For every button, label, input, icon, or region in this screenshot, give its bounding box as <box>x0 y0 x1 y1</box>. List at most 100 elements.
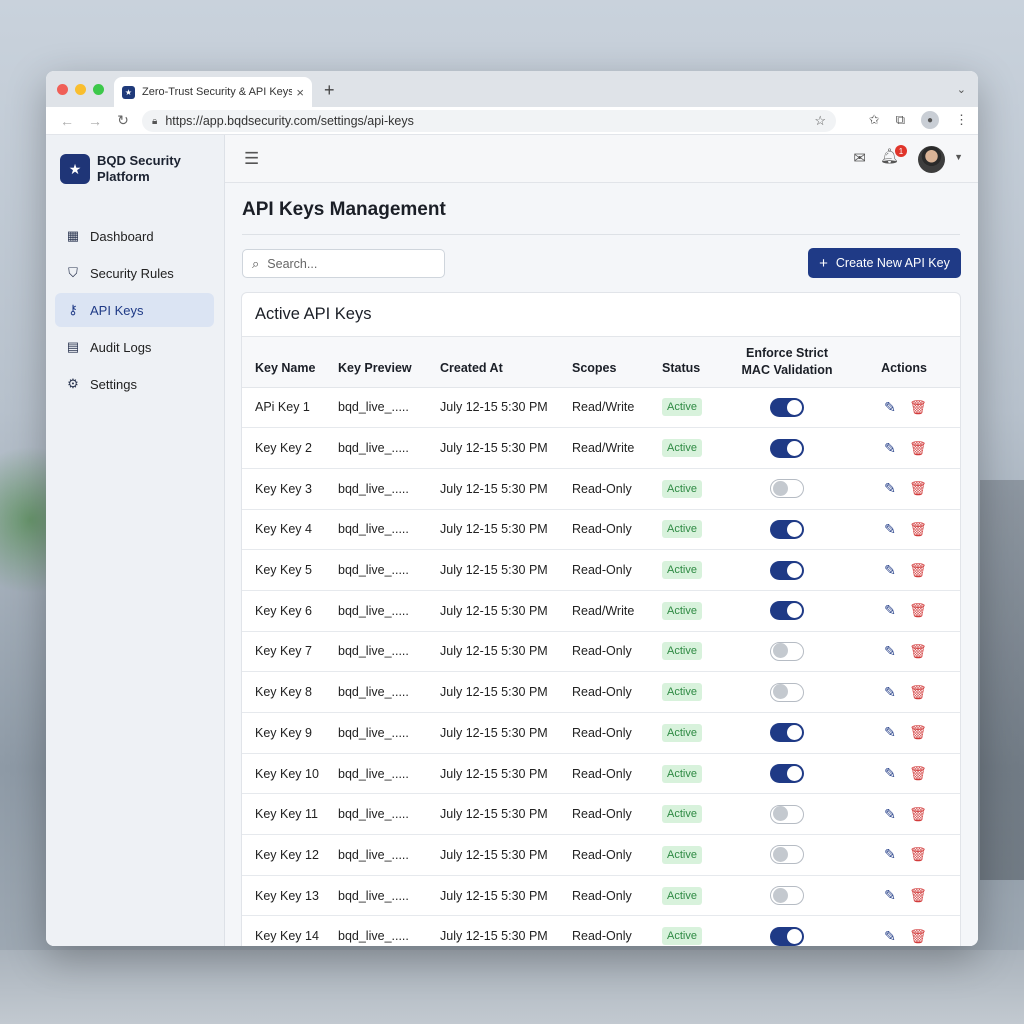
sidebar-item-dashboard[interactable]: ▦ Dashboard <box>55 219 214 253</box>
table-row[interactable]: Key Key 5 bqd_live_..... July 12-15 5:30… <box>242 550 960 591</box>
mail-icon[interactable]: ✉ <box>853 149 866 167</box>
hamburger-menu-icon[interactable]: ☰ <box>244 149 259 169</box>
mac-validation-toggle[interactable] <box>770 641 804 661</box>
edit-icon[interactable]: ✎ <box>879 643 901 660</box>
table-row[interactable]: Key Key 9 bqd_live_..... July 12-15 5:30… <box>242 713 960 754</box>
mac-validation-toggle[interactable] <box>770 438 804 458</box>
trash-icon[interactable]: 🗑︎ <box>907 928 929 945</box>
trash-icon[interactable]: 🗑︎ <box>907 399 929 416</box>
mac-validation-cell <box>726 387 848 428</box>
sidebar-item-audit-logs[interactable]: ▤ Audit Logs <box>55 330 214 364</box>
mac-validation-toggle[interactable] <box>770 804 804 824</box>
trash-icon[interactable]: 🗑︎ <box>907 684 929 701</box>
edit-icon[interactable]: ✎ <box>879 887 901 904</box>
address-bar[interactable]: 🔒︎ https://app.bqdsecurity.com/settings/… <box>142 110 836 132</box>
mac-validation-toggle[interactable] <box>770 397 804 417</box>
actions-cell: ✎ 🗑︎ <box>848 835 960 876</box>
trash-icon[interactable]: 🗑︎ <box>907 887 929 904</box>
table-row[interactable]: Key Key 3 bqd_live_..... July 12-15 5:30… <box>242 468 960 510</box>
mac-validation-toggle[interactable] <box>770 682 804 702</box>
edit-icon[interactable]: ✎ <box>879 806 901 823</box>
tab-strip: ★ Zero-Trust Security & API Keys × + ⌄ <box>46 71 978 107</box>
sidebar-item-settings[interactable]: ⚙ Settings <box>55 367 214 401</box>
avatar[interactable] <box>918 146 945 173</box>
maximize-window-button[interactable] <box>93 84 104 95</box>
url-text[interactable]: https://app.bqdsecurity.com/settings/api… <box>165 114 814 128</box>
brand[interactable]: ★ BQD Security Platform <box>60 153 197 185</box>
trash-icon[interactable]: 🗑︎ <box>907 602 929 619</box>
tab-list-chevron-icon[interactable]: ⌄ <box>957 83 966 96</box>
mac-validation-toggle[interactable] <box>770 519 804 539</box>
key-preview-cell: bqd_live_..... <box>338 929 409 944</box>
create-api-key-button[interactable]: + Create New API Key <box>808 248 961 278</box>
key-name-cell: Key Key 10 <box>255 766 319 781</box>
edit-icon[interactable]: ✎ <box>879 602 901 619</box>
table-row[interactable]: Key Key 7 bqd_live_..... July 12-15 5:30… <box>242 631 960 672</box>
edit-icon[interactable]: ✎ <box>879 724 901 741</box>
column-header-mac-validation[interactable]: Enforce Strict MAC Validation <box>726 337 848 387</box>
close-window-button[interactable] <box>57 84 68 95</box>
mac-validation-toggle[interactable] <box>770 723 804 743</box>
browser-tab[interactable]: ★ Zero-Trust Security & API Keys × <box>114 77 312 107</box>
trash-icon[interactable]: 🗑︎ <box>907 562 929 579</box>
key-name-cell: Key Key 8 <box>255 685 312 700</box>
edit-icon[interactable]: ✎ <box>879 440 901 457</box>
edit-icon[interactable]: ✎ <box>879 846 901 863</box>
edit-icon[interactable]: ✎ <box>879 521 901 538</box>
column-header-created-at[interactable]: Created At <box>440 337 572 387</box>
edit-icon[interactable]: ✎ <box>879 562 901 579</box>
table-row[interactable]: Key Key 13 bqd_live_..... July 12-15 5:3… <box>242 875 960 916</box>
table-row[interactable]: Key Key 6 bqd_live_..... July 12-15 5:30… <box>242 590 960 632</box>
trash-icon[interactable]: 🗑︎ <box>907 480 929 497</box>
table-row[interactable]: Key Key 14 bqd_live_..... July 12-15 5:3… <box>242 916 960 946</box>
chevron-down-icon[interactable]: ▼ <box>954 152 963 162</box>
edit-icon[interactable]: ✎ <box>879 928 901 945</box>
key-name-cell: Key Key 5 <box>255 563 312 578</box>
trash-icon[interactable]: 🗑︎ <box>907 846 929 863</box>
column-header-status[interactable]: Status <box>662 337 726 387</box>
trash-icon[interactable]: 🗑︎ <box>907 643 929 660</box>
sidebar-item-security-rules[interactable]: ⛉ Security Rules <box>55 256 214 290</box>
trash-icon[interactable]: 🗑︎ <box>907 724 929 741</box>
trash-icon[interactable]: 🗑︎ <box>907 765 929 782</box>
table-row[interactable]: Key Key 12 bqd_live_..... July 12-15 5:3… <box>242 835 960 876</box>
column-header-key-preview[interactable]: Key Preview <box>338 337 440 387</box>
table-row[interactable]: Key Key 8 bqd_live_..... July 12-15 5:30… <box>242 672 960 713</box>
mac-validation-toggle[interactable] <box>770 764 804 784</box>
mac-validation-toggle[interactable] <box>770 560 804 580</box>
minimize-window-button[interactable] <box>75 84 86 95</box>
trash-icon[interactable]: 🗑︎ <box>907 806 929 823</box>
table-row[interactable]: APi Key 1 bqd_live_..... July 12-15 5:30… <box>242 387 960 428</box>
reload-icon[interactable]: ↻ <box>112 112 134 129</box>
table-row[interactable]: Key Key 10 bqd_live_..... July 12-15 5:3… <box>242 753 960 794</box>
profile-icon[interactable]: ● <box>921 111 939 129</box>
collections-icon[interactable]: ⧉ <box>896 112 905 128</box>
back-arrow-icon[interactable]: ← <box>56 113 78 129</box>
column-header-key-name[interactable]: Key Name <box>242 337 338 387</box>
table-row[interactable]: Key Key 2 bqd_live_..... July 12-15 5:30… <box>242 428 960 469</box>
edit-icon[interactable]: ✎ <box>879 399 901 416</box>
mac-validation-toggle[interactable] <box>770 601 804 621</box>
edit-icon[interactable]: ✎ <box>879 684 901 701</box>
new-tab-icon[interactable]: + <box>324 80 335 101</box>
favorites-icon[interactable]: ✩ <box>869 112 880 128</box>
edit-icon[interactable]: ✎ <box>879 480 901 497</box>
table-row[interactable]: Key Key 11 bqd_live_..... July 12-15 5:3… <box>242 794 960 835</box>
more-menu-icon[interactable]: ⋮ <box>955 112 968 128</box>
forward-arrow-icon[interactable]: → <box>84 113 106 129</box>
search-input[interactable] <box>267 256 418 271</box>
mac-validation-toggle[interactable] <box>770 479 804 499</box>
mac-validation-toggle[interactable] <box>770 845 804 865</box>
bookmark-star-icon[interactable]: ☆ <box>814 113 826 129</box>
table-row[interactable]: Key Key 4 bqd_live_..... July 12-15 5:30… <box>242 509 960 550</box>
search-box[interactable]: ⌕ <box>242 249 445 278</box>
sidebar-item-api-keys[interactable]: ⚷ API Keys <box>55 293 214 327</box>
mac-validation-toggle[interactable] <box>770 926 804 946</box>
column-header-scopes[interactable]: Scopes <box>572 337 662 387</box>
edit-icon[interactable]: ✎ <box>879 765 901 782</box>
trash-icon[interactable]: 🗑︎ <box>907 440 929 457</box>
tab-close-icon[interactable]: × <box>296 85 304 100</box>
mac-validation-toggle[interactable] <box>770 886 804 906</box>
status-cell: Active <box>662 468 726 509</box>
trash-icon[interactable]: 🗑︎ <box>907 521 929 538</box>
